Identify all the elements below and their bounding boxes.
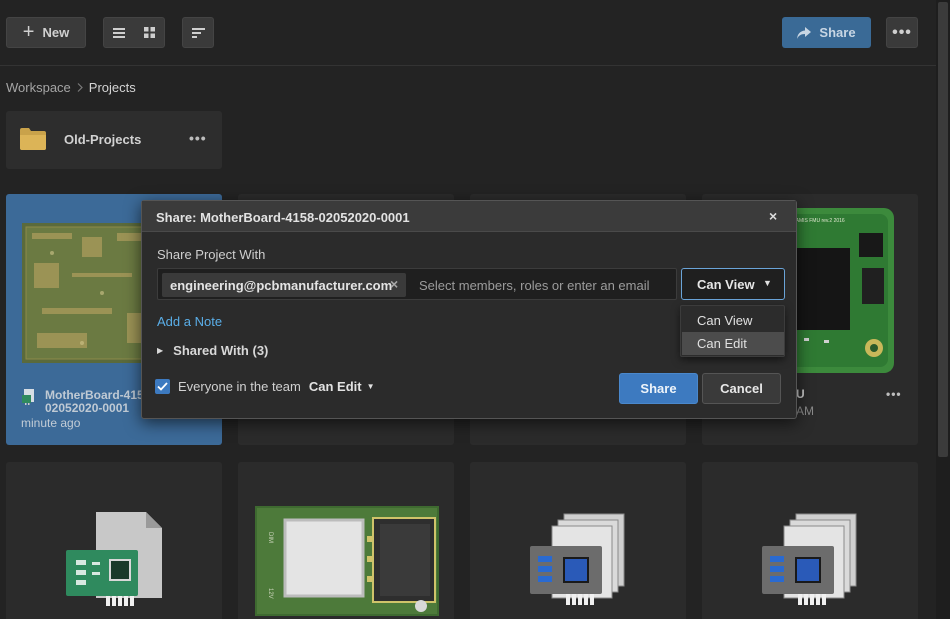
team-permission-row: Everyone in the team Can Edit ▼	[155, 379, 375, 394]
svg-text:12V: 12V	[267, 588, 273, 599]
expand-triangle-icon: ▶	[157, 346, 164, 355]
breadcrumb-workspace[interactable]: Workspace	[6, 80, 71, 95]
permission-dropdown-menu: Can View Can Edit	[680, 305, 785, 357]
share-button-top-label: Share	[819, 25, 856, 40]
project-card-stack-2[interactable]	[702, 462, 918, 619]
team-permission-value: Can Edit	[308, 379, 362, 394]
chip-remove-icon[interactable]: ×	[390, 276, 398, 292]
folder-card[interactable]: Old-Projects •••	[6, 111, 222, 169]
breadcrumb: Workspace Projects	[6, 80, 136, 95]
share-button[interactable]: Share	[619, 373, 698, 404]
share-button-top[interactable]: Share	[782, 17, 871, 48]
add-note-link[interactable]: Add a Note	[157, 314, 222, 329]
close-icon[interactable]: ×	[769, 208, 777, 224]
team-label: Everyone in the team	[178, 379, 301, 394]
project-card-schematic[interactable]	[6, 462, 222, 619]
svg-text:RAMIS FMU rev.2 2016: RAMIS FMU rev.2 2016	[792, 218, 845, 224]
sort-button[interactable]	[182, 17, 214, 48]
project-card-stack-1[interactable]	[470, 462, 686, 619]
share-with-label: Share Project With	[157, 247, 266, 262]
more-icon: •••	[892, 23, 912, 41]
plus-icon: +	[22, 20, 35, 43]
scrollbar-thumb[interactable]	[938, 2, 948, 457]
project-card-pcb-photo[interactable]: DIM 12V	[238, 462, 454, 619]
card-title-line2: 02052020-0001	[45, 401, 130, 415]
card-title-line1: MotherBoard-415	[45, 388, 144, 402]
shared-with-label: Shared With (3)	[173, 343, 269, 358]
multi-file-stack-icon	[530, 513, 625, 605]
share-members-input[interactable]: engineering@pcbmanufacturer.com × Select…	[157, 268, 677, 300]
schematic-file-icon	[66, 512, 162, 606]
grid-view-icon	[143, 27, 155, 38]
view-toggle-group	[103, 17, 165, 48]
dialog-header: Share: MotherBoard-4158-02052020-0001 ×	[142, 201, 796, 232]
share-arrow-icon	[797, 26, 812, 39]
card-timestamp: minute ago	[21, 416, 81, 430]
dropdown-option-can-view[interactable]: Can View	[682, 309, 784, 332]
email-chip-label: engineering@pcbmanufacturer.com	[170, 277, 393, 293]
list-view-button[interactable]	[104, 18, 134, 47]
shared-with-toggle[interactable]: ▶ Shared With (3)	[157, 343, 268, 358]
folder-icon	[20, 128, 46, 150]
checkmark-icon	[157, 382, 168, 391]
dropdown-option-can-edit[interactable]: Can Edit	[682, 332, 784, 355]
dialog-title: Share: MotherBoard-4158-02052020-0001	[156, 210, 410, 225]
pcb-file-icon	[22, 389, 34, 405]
chevron-right-icon	[77, 81, 83, 95]
pcb-photo-thumbnail: DIM 12V	[255, 506, 439, 616]
team-permission-dropdown[interactable]: Can Edit ▼	[309, 379, 375, 394]
email-chip: engineering@pcbmanufacturer.com ×	[162, 273, 406, 297]
team-checkbox[interactable]	[155, 379, 170, 394]
card-fmu-more-button[interactable]: •••	[886, 387, 902, 401]
new-button-label: New	[42, 25, 70, 40]
folder-more-button[interactable]: •••	[189, 130, 207, 146]
top-toolbar: + New Share •••	[0, 0, 936, 66]
breadcrumb-projects: Projects	[88, 80, 136, 95]
card-fmu-title: U	[796, 387, 805, 401]
grid-view-button[interactable]	[134, 18, 164, 47]
caret-down-icon: ▼	[763, 278, 772, 288]
folder-name: Old-Projects	[64, 132, 142, 147]
caret-down-icon: ▼	[366, 382, 375, 391]
permission-select[interactable]: Can View ▼	[681, 268, 785, 300]
new-button[interactable]: + New	[6, 17, 86, 48]
multi-file-stack-icon	[762, 513, 857, 605]
share-input-placeholder: Select members, roles or enter an email	[419, 278, 650, 293]
sort-icon	[191, 27, 205, 38]
list-view-icon	[113, 27, 125, 38]
cancel-button[interactable]: Cancel	[702, 373, 781, 404]
card-fmu-timestamp: AM	[796, 404, 814, 418]
svg-text:DIM: DIM	[267, 532, 273, 543]
permission-select-value: Can View	[697, 277, 755, 292]
more-options-button[interactable]: •••	[886, 17, 918, 48]
